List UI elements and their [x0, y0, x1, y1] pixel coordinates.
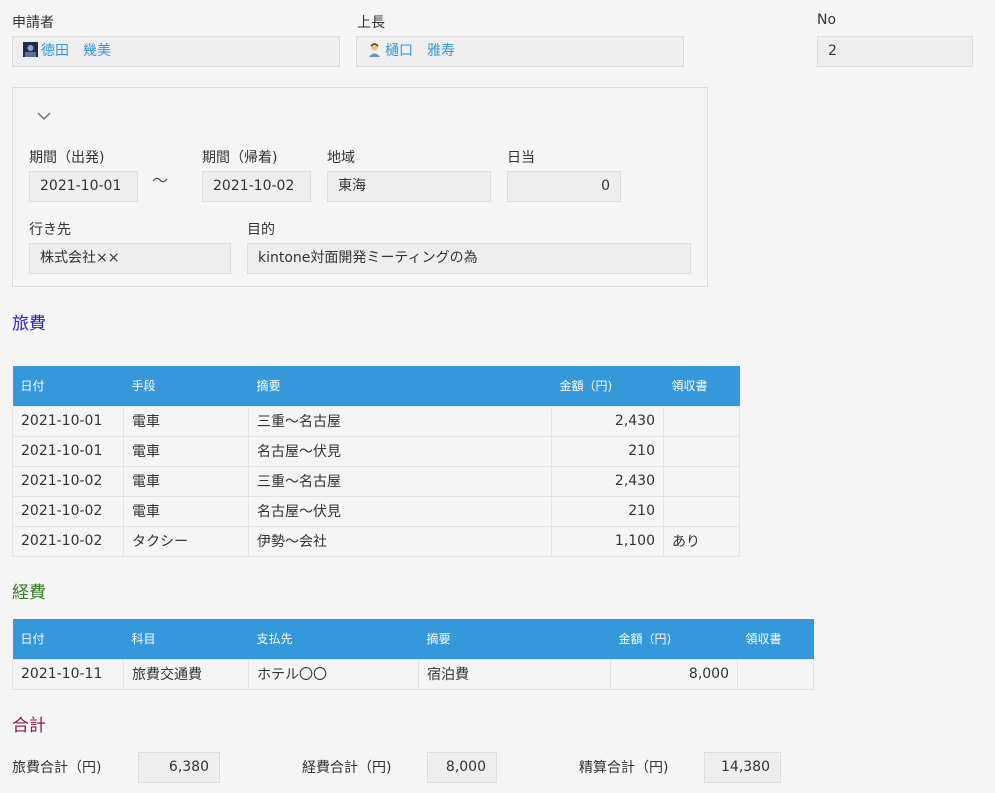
- column-header: 金額（円): [610, 619, 738, 659]
- kintone-record-view: { "header": { "applicant_label": "申請者", …: [0, 0, 995, 793]
- travel-table: 日付 手段 摘要 金額（円) 領収書 2021-10-01 電車 三重～名古屋 …: [12, 366, 740, 557]
- travel-total-field: 6,380: [138, 752, 220, 783]
- method-cell: 電車: [123, 405, 249, 437]
- payee-cell: ホテル〇〇: [248, 658, 419, 690]
- account-cell: 旅費交通費: [123, 658, 249, 690]
- settlement-total-label: 精算合計（円): [579, 760, 669, 776]
- method-cell: タクシー: [123, 525, 249, 557]
- column-header: 金額（円): [551, 366, 664, 406]
- column-header: 支払先: [248, 619, 419, 659]
- expense-section-title: 経費: [12, 583, 46, 603]
- settlement-total-field: 14,380: [704, 752, 781, 783]
- expense-table: 日付 科目 支払先 摘要 金額（円) 領収書 2021-10-11 旅費交通費 …: [12, 619, 814, 690]
- column-header: 領収書: [737, 619, 814, 659]
- table-row: 2021-10-11 旅費交通費 ホテル〇〇 宿泊費 8,000: [12, 658, 814, 690]
- period-start-field: 2021-10-01: [29, 171, 138, 202]
- region-label: 地域: [327, 150, 355, 166]
- expense-total-label: 経費合計（円): [302, 760, 392, 776]
- user-avatar-icon: [23, 39, 38, 57]
- table-row: 2021-10-02 電車 三重～名古屋 2,430: [12, 465, 740, 497]
- column-header: 科目: [123, 619, 249, 659]
- applicant-user-link[interactable]: 徳田 幾美: [41, 43, 111, 59]
- receipt-cell: あり: [663, 525, 740, 557]
- date-cell: 2021-10-02: [12, 465, 124, 497]
- table-row: 2021-10-01 電車 名古屋～伏見 210: [12, 435, 740, 467]
- period-end-field: 2021-10-02: [202, 171, 311, 202]
- purpose-field: kintone対面開発ミーティングの為: [247, 243, 691, 274]
- column-header: 摘要: [418, 619, 611, 659]
- applicant-label: 申請者: [12, 15, 54, 31]
- column-header: 日付: [12, 619, 124, 659]
- amount-cell: 210: [551, 435, 664, 467]
- date-cell: 2021-10-02: [12, 525, 124, 557]
- destination-label: 行き先: [29, 222, 71, 238]
- column-header: 手段: [123, 366, 249, 406]
- receipt-cell: [663, 495, 740, 527]
- date-cell: 2021-10-01: [12, 405, 124, 437]
- user-avatar-icon: [367, 39, 382, 57]
- receipt-cell: [663, 405, 740, 437]
- date-cell: 2021-10-02: [12, 495, 124, 527]
- amount-cell: 2,430: [551, 465, 664, 497]
- table-row: 2021-10-01 電車 三重～名古屋 2,430: [12, 405, 740, 437]
- date-cell: 2021-10-11: [12, 658, 124, 690]
- column-header: 領収書: [663, 366, 740, 406]
- travel-table-header: 日付 手段 摘要 金額（円) 領収書: [12, 366, 740, 406]
- boss-field: 樋口 雅寿: [356, 36, 684, 67]
- summary-cell: 三重～名古屋: [248, 405, 552, 437]
- daily-allowance-field: 0: [507, 171, 621, 202]
- summary-cell: 名古屋～伏見: [248, 435, 552, 467]
- purpose-label: 目的: [247, 222, 275, 238]
- chevron-down-icon[interactable]: [36, 108, 52, 124]
- amount-cell: 2,430: [551, 405, 664, 437]
- region-field: 東海: [327, 171, 491, 202]
- no-field: 2: [817, 36, 973, 67]
- period-start-label: 期間（出発): [29, 150, 105, 166]
- date-cell: 2021-10-01: [12, 435, 124, 467]
- column-header: 日付: [12, 366, 124, 406]
- summary-cell: 伊勢～会社: [248, 525, 552, 557]
- boss-label: 上長: [357, 15, 385, 31]
- table-row: 2021-10-02 電車 名古屋～伏見 210: [12, 495, 740, 527]
- destination-field: 株式会社××: [29, 243, 231, 274]
- applicant-field: 徳田 幾美: [12, 36, 340, 67]
- no-label: No: [817, 12, 837, 28]
- receipt-cell: [663, 465, 740, 497]
- summary-cell: 宿泊費: [418, 658, 611, 690]
- daily-allowance-label: 日当: [507, 150, 535, 166]
- receipt-cell: [663, 435, 740, 467]
- totals-section-title: 合計: [12, 716, 46, 736]
- method-cell: 電車: [123, 465, 249, 497]
- summary-cell: 名古屋～伏見: [248, 495, 552, 527]
- amount-cell: 210: [551, 495, 664, 527]
- method-cell: 電車: [123, 495, 249, 527]
- receipt-cell: [737, 658, 814, 690]
- travel-section-title: 旅費: [12, 314, 46, 334]
- method-cell: 電車: [123, 435, 249, 467]
- expense-total-field: 8,000: [427, 752, 497, 783]
- period-separator: ～: [152, 171, 169, 190]
- summary-cell: 三重～名古屋: [248, 465, 552, 497]
- amount-cell: 1,100: [551, 525, 664, 557]
- expense-table-header: 日付 科目 支払先 摘要 金額（円) 領収書: [12, 619, 814, 659]
- amount-cell: 8,000: [610, 658, 738, 690]
- period-end-label: 期間（帰着): [202, 150, 278, 166]
- column-header: 摘要: [248, 366, 552, 406]
- table-row: 2021-10-02 タクシー 伊勢～会社 1,100 あり: [12, 525, 740, 557]
- boss-user-link[interactable]: 樋口 雅寿: [385, 43, 455, 59]
- travel-total-label: 旅費合計（円): [12, 760, 102, 776]
